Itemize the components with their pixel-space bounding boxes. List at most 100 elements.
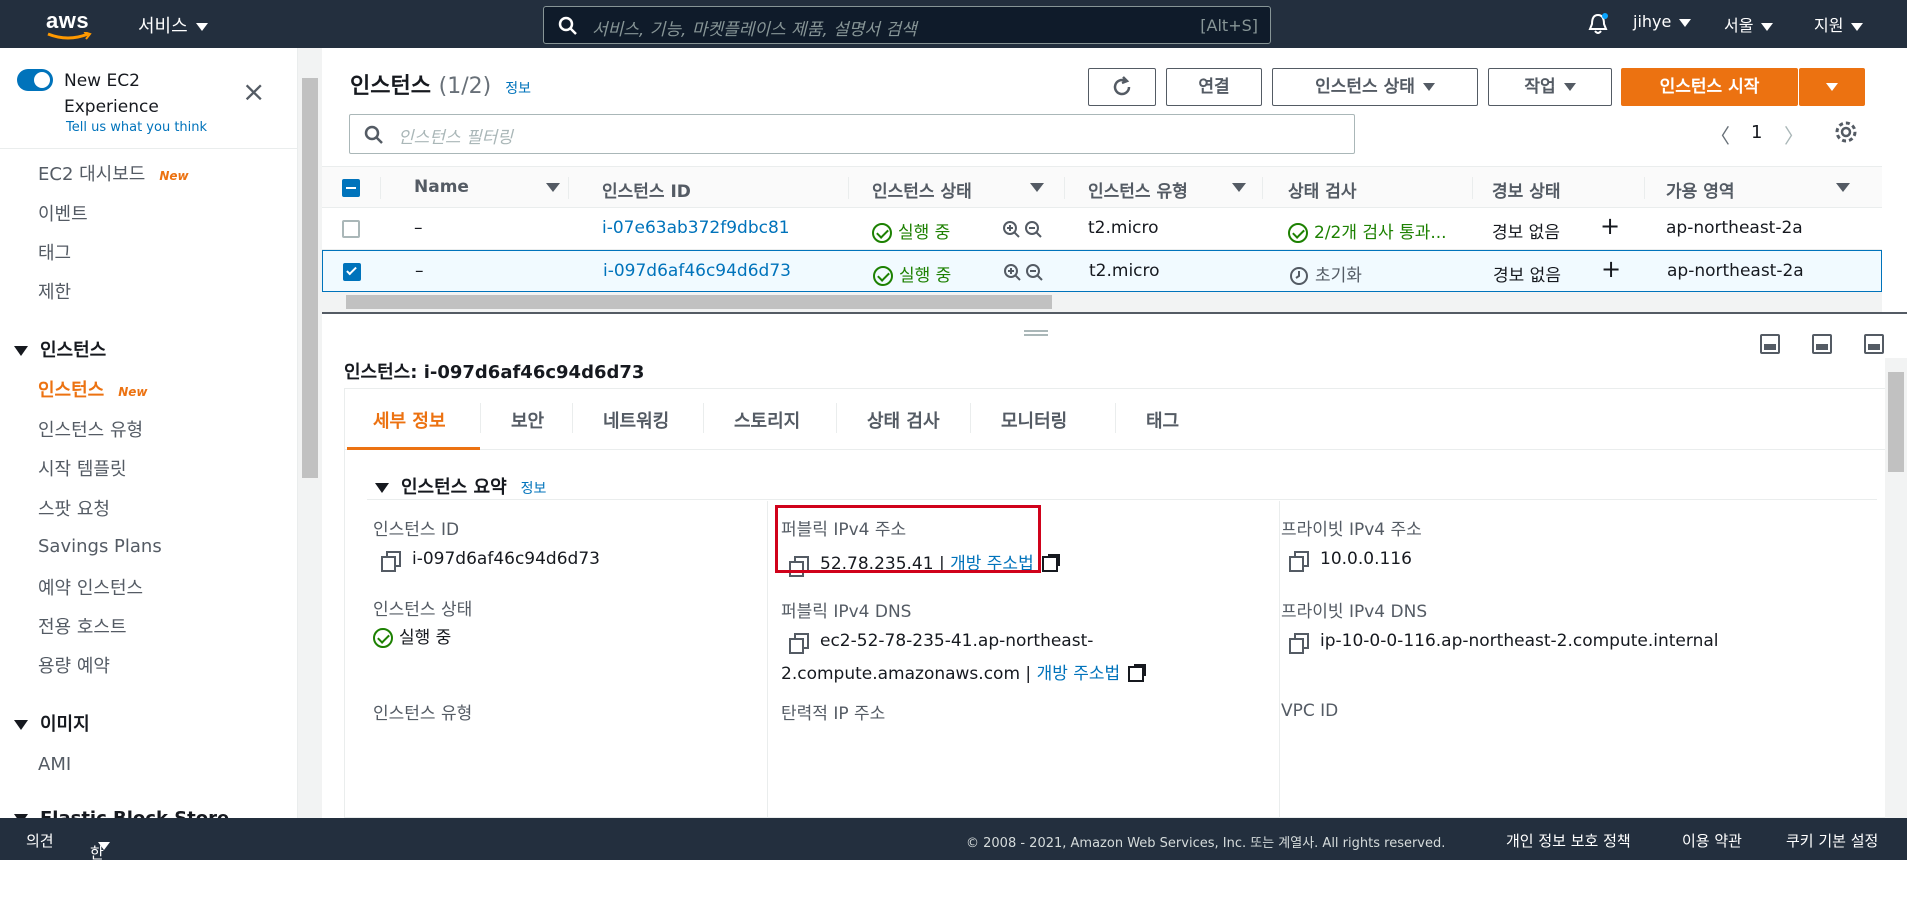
page-number[interactable]: 1 xyxy=(1751,122,1762,143)
gear-icon[interactable] xyxy=(1834,120,1858,144)
column-header-status-check[interactable]: 상태 검사 xyxy=(1288,177,1356,202)
sidebar-item-capacity-reservations[interactable]: 용량 예약 xyxy=(38,652,110,678)
column-header-availability-zone[interactable]: 가용 영역 xyxy=(1666,177,1734,202)
services-label: 서비스 xyxy=(138,16,188,37)
column-separator xyxy=(1644,177,1645,199)
main-content: 인스턴스 (1/2) 정보 연결 인스턴스 상태 작업 인스턴스 시작 인스턴스 … xyxy=(322,48,1907,818)
sort-caret-icon[interactable] xyxy=(546,183,560,192)
column-header-alarm-status[interactable]: 경보 상태 xyxy=(1492,177,1560,202)
bell-icon[interactable] xyxy=(1586,12,1610,36)
panel-splitter[interactable] xyxy=(322,312,1907,314)
sidebar-item-ec2-dashboard[interactable]: EC2 대시보드 New xyxy=(38,160,189,186)
sidebar-item-instance-types[interactable]: 인스턴스 유형 xyxy=(38,416,143,442)
launch-instance-button[interactable]: 인스턴스 시작 xyxy=(1621,68,1798,106)
terms-link[interactable]: 이용 약관 xyxy=(1682,830,1742,851)
sidebar-section-instances[interactable]: 인스턴스 xyxy=(14,336,106,362)
detail-vertical-scrollbar[interactable] xyxy=(1885,358,1907,818)
external-link-icon[interactable] xyxy=(1041,554,1060,572)
value-text: 2.compute.amazonaws.com xyxy=(781,664,1021,684)
page-title: 인스턴스 (1/2) 정보 xyxy=(350,68,531,100)
zoom-icons[interactable] xyxy=(1002,220,1046,240)
sidebar-item-spot-requests[interactable]: 스팟 요청 xyxy=(38,495,110,521)
sidebar-item-savings-plans[interactable]: Savings Plans xyxy=(38,536,162,557)
prev-page-icon[interactable]: 〈 xyxy=(1710,120,1730,149)
external-link-icon[interactable] xyxy=(1128,664,1147,682)
sidebar-item-reserved-instances[interactable]: 예약 인스턴스 xyxy=(38,574,143,600)
services-menu[interactable]: 서비스 xyxy=(138,12,208,38)
panel-split-icon[interactable] xyxy=(1812,334,1832,354)
info-link[interactable]: 정보 xyxy=(505,81,531,97)
tab-security[interactable]: 보안 xyxy=(511,407,544,433)
scrollbar-thumb[interactable] xyxy=(346,295,1052,309)
table-row-selected[interactable]: – i-097d6af46c94d6d73 실행 중 t2.micro 초기화 … xyxy=(322,250,1882,292)
select-all-checkbox[interactable] xyxy=(342,179,360,197)
scrollbar-thumb[interactable] xyxy=(1888,372,1904,472)
table-row[interactable]: – i-07e63ab372f9dbc81 실행 중 t2.micro 2/2개… xyxy=(322,208,1882,250)
close-icon[interactable]: × xyxy=(242,78,265,106)
row-checkbox[interactable] xyxy=(342,220,360,238)
privacy-link[interactable]: 개인 정보 보호 정책 xyxy=(1506,830,1631,851)
refresh-button[interactable] xyxy=(1088,68,1156,106)
sidebar-item-dedicated-hosts[interactable]: 전용 호스트 xyxy=(38,613,127,639)
actions-button[interactable]: 작업 xyxy=(1488,68,1612,106)
row-checkbox[interactable] xyxy=(343,263,361,281)
tab-tags[interactable]: 태그 xyxy=(1146,407,1179,433)
sidebar-item-events[interactable]: 이벤트 xyxy=(38,200,88,226)
table-horizontal-scrollbar[interactable] xyxy=(322,292,1882,312)
search-icon xyxy=(558,16,577,35)
refresh-icon xyxy=(1113,76,1131,96)
support-menu[interactable]: 지원 xyxy=(1814,12,1864,36)
sort-caret-icon[interactable] xyxy=(1836,183,1850,192)
copy-icon[interactable] xyxy=(1289,550,1309,572)
sidebar-section-ebs[interactable]: Elastic Block Store xyxy=(14,808,229,818)
open-address-link[interactable]: 개방 주소법 xyxy=(1037,664,1121,684)
region-menu[interactable]: 서울 xyxy=(1724,12,1774,36)
panel-full-icon[interactable] xyxy=(1864,334,1884,354)
add-alarm-icon[interactable]: + xyxy=(1601,255,1621,283)
column-header-instance-id[interactable]: 인스턴스 ID xyxy=(602,177,691,202)
cookies-link[interactable]: 쿠키 기본 설정 xyxy=(1786,830,1878,851)
instance-id-link[interactable]: i-07e63ab372f9dbc81 xyxy=(602,218,790,238)
sidebar-section-images[interactable]: 이미지 xyxy=(14,710,90,736)
aws-logo[interactable]: aws xyxy=(46,8,94,40)
feedback-link[interactable]: 의견 xyxy=(26,830,54,851)
tab-status-checks[interactable]: 상태 검사 xyxy=(867,407,940,433)
next-page-icon[interactable]: 〉 xyxy=(1784,120,1804,149)
sort-caret-icon[interactable] xyxy=(1030,183,1044,192)
sidebar-item-ami[interactable]: AMI xyxy=(38,754,71,775)
add-alarm-icon[interactable]: + xyxy=(1600,212,1620,240)
copy-icon[interactable] xyxy=(789,632,809,654)
launch-dropdown-button[interactable] xyxy=(1799,68,1865,106)
sidebar-item-instances[interactable]: 인스턴스 New xyxy=(38,376,148,402)
tab-storage[interactable]: 스토리지 xyxy=(734,407,800,433)
resize-grip-icon[interactable] xyxy=(1024,330,1048,336)
instance-filter-input[interactable]: 인스턴스 필터링 xyxy=(349,114,1355,154)
tab-details[interactable]: 세부 정보 xyxy=(373,407,446,433)
column-header-name[interactable]: Name xyxy=(414,177,469,197)
copy-icon[interactable] xyxy=(1289,632,1309,654)
panel-bottom-icon[interactable] xyxy=(1760,334,1780,354)
sort-caret-icon[interactable] xyxy=(1232,183,1246,192)
info-link[interactable]: 정보 xyxy=(521,481,547,497)
zoom-icons[interactable] xyxy=(1003,263,1047,283)
instance-state-button[interactable]: 인스턴스 상태 xyxy=(1272,68,1478,106)
sidebar-item-limits[interactable]: 제한 xyxy=(38,278,71,304)
sidebar-item-launch-templates[interactable]: 시작 템플릿 xyxy=(38,455,127,481)
connect-button[interactable]: 연결 xyxy=(1166,68,1262,106)
sidebar-item-tags[interactable]: 태그 xyxy=(38,239,71,265)
global-search[interactable]: 서비스, 기능, 마켓플레이스 제품, 설명서 검색 [Alt+S] xyxy=(543,6,1271,44)
column-header-instance-state[interactable]: 인스턴스 상태 xyxy=(872,177,972,202)
feedback-link[interactable]: Tell us what you think xyxy=(66,120,207,135)
state-text: 실행 중 xyxy=(898,223,951,243)
new-ec2-toggle[interactable] xyxy=(17,69,53,91)
sidebar-scrollbar[interactable] xyxy=(298,48,322,818)
scrollbar-thumb[interactable] xyxy=(302,78,318,478)
summary-header[interactable]: 인스턴스 요약 정보 xyxy=(375,473,546,499)
copy-icon[interactable] xyxy=(381,550,401,572)
user-menu[interactable]: jihye xyxy=(1633,12,1692,31)
column-header-instance-type[interactable]: 인스턴스 유형 xyxy=(1088,177,1188,202)
tab-monitoring[interactable]: 모니터링 xyxy=(1001,407,1067,433)
section-label: Elastic Block Store xyxy=(40,808,229,818)
tab-networking[interactable]: 네트워킹 xyxy=(603,407,669,433)
instance-id-link[interactable]: i-097d6af46c94d6d73 xyxy=(603,261,791,281)
